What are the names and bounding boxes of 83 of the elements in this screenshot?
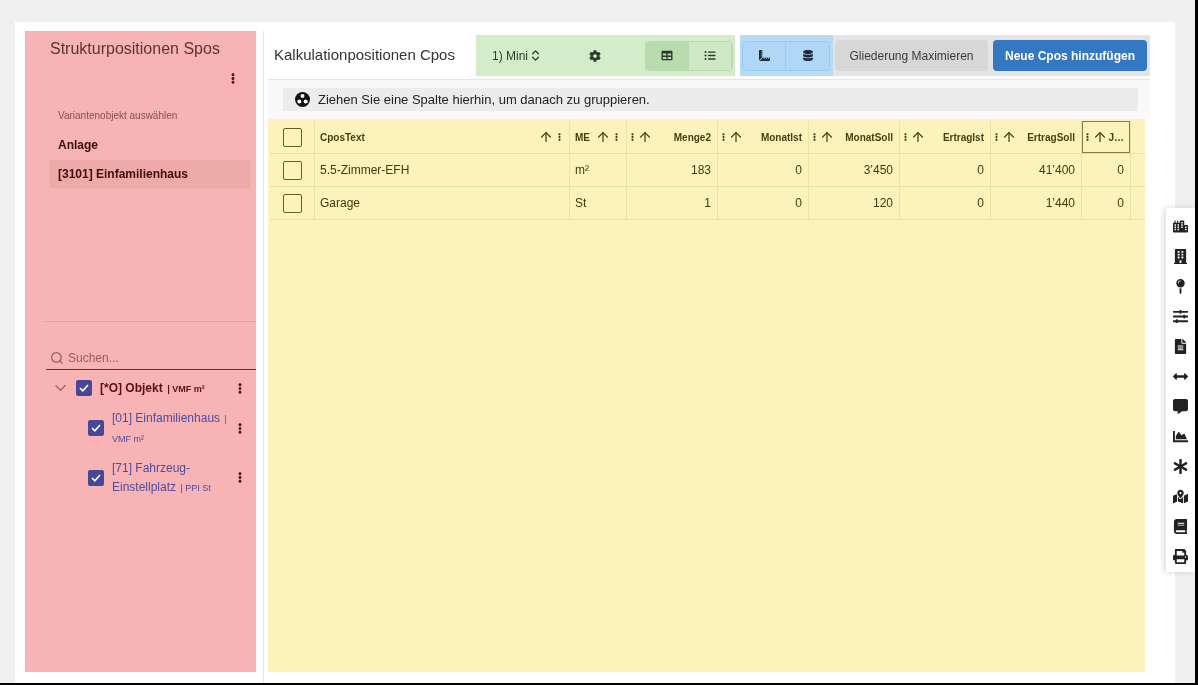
table-cell: 5.5-Zimmer-EFH xyxy=(315,154,570,186)
check-icon xyxy=(91,424,101,432)
table-cell: 41’400 xyxy=(991,154,1082,186)
column-header[interactable]: ErtragIst xyxy=(900,121,991,153)
field-label: Variantenobjekt auswählen xyxy=(58,109,178,123)
comment-icon[interactable] xyxy=(1173,399,1188,414)
more-icon[interactable] xyxy=(558,132,561,142)
more-icon[interactable] xyxy=(813,132,816,142)
checkbox[interactable] xyxy=(282,127,302,147)
search-icon xyxy=(51,352,63,364)
view-toggle-button[interactable] xyxy=(689,41,732,70)
table-cell: 1’440 xyxy=(991,187,1082,219)
preset-select[interactable]: 1) Mini xyxy=(492,46,554,65)
table-cell: 120 xyxy=(809,187,900,219)
asterisk-icon[interactable] xyxy=(1173,459,1188,474)
variant-option[interactable]: Anlage xyxy=(50,131,250,158)
group-hint: Ziehen Sie eine Spalte hierhin, um danach zu gruppieren. xyxy=(318,90,650,109)
sliders-icon[interactable] xyxy=(1173,309,1188,324)
table-cell: 0 xyxy=(1082,154,1131,186)
action-button[interactable]: Gliederung Maximieren xyxy=(835,40,988,71)
settings-icon[interactable] xyxy=(589,49,601,62)
more-icon[interactable] xyxy=(631,132,634,142)
pin-icon[interactable] xyxy=(1173,279,1188,294)
tree-item[interactable]: [*O] Objekt | VMF m² xyxy=(100,378,222,398)
checkbox[interactable] xyxy=(282,193,302,213)
table-cell: 0 xyxy=(718,187,809,219)
city-icon[interactable] xyxy=(1173,219,1188,234)
column-header[interactable]: Menge2 xyxy=(627,121,718,153)
more-icon[interactable] xyxy=(722,132,725,142)
checkbox[interactable] xyxy=(282,160,302,180)
column-header[interactable]: ME xyxy=(570,121,627,153)
reel-icon xyxy=(295,92,310,107)
book-icon[interactable] xyxy=(1173,519,1188,534)
ruler-button[interactable] xyxy=(743,41,786,70)
column-header[interactable]: CposText xyxy=(315,121,570,153)
more-icon[interactable] xyxy=(995,132,998,142)
tree-item[interactable]: [01] Einfamilienhaus | VMF m² xyxy=(112,408,234,448)
section-title: Kalkulationpositionen Cpos xyxy=(274,45,455,66)
tree-item[interactable]: [71] Fahrzeug-Einstellplatz | PPI St xyxy=(112,458,234,497)
variant-option[interactable]: [3101] Einfamilienhaus xyxy=(50,160,250,187)
table-cell: St xyxy=(570,187,627,219)
table-cell: 0 xyxy=(1082,187,1131,219)
chevron-down-icon[interactable] xyxy=(55,385,66,391)
checkbox[interactable] xyxy=(88,420,104,436)
database-icon xyxy=(802,50,813,61)
database-button[interactable] xyxy=(786,41,829,70)
table-icon xyxy=(661,50,673,61)
table-cell: 0 xyxy=(718,154,809,186)
group-drop-zone[interactable]: Ziehen Sie eine Spalte hierhin, um danach zu gruppieren. xyxy=(283,88,1138,111)
more-icon[interactable] xyxy=(1086,132,1089,142)
more-icon[interactable] xyxy=(238,422,242,434)
check-icon xyxy=(79,384,89,392)
column-header[interactable]: ErtragSoll xyxy=(991,121,1082,153)
table-cell: 183 xyxy=(627,154,718,186)
more-icon[interactable] xyxy=(904,132,907,142)
column-header[interactable]: J… xyxy=(1082,121,1131,153)
area-chart-icon[interactable] xyxy=(1173,429,1188,444)
more-icon[interactable] xyxy=(238,472,242,483)
table-cell: 0 xyxy=(900,154,991,186)
ruler-icon xyxy=(758,50,770,61)
column-header[interactable]: MonatSoll xyxy=(809,121,900,153)
more-icon[interactable] xyxy=(238,382,242,394)
table-cell: Garage xyxy=(315,187,570,219)
printer-icon[interactable] xyxy=(1173,549,1188,564)
view-toggle-button[interactable] xyxy=(646,41,689,70)
more-icon[interactable] xyxy=(615,132,618,142)
checkbox[interactable] xyxy=(76,380,92,396)
building-icon[interactable] xyxy=(1173,249,1188,264)
table-cell: m² xyxy=(570,154,627,186)
search-field[interactable]: Suchen... xyxy=(68,348,238,368)
table-cell: 1 xyxy=(627,187,718,219)
action-button[interactable]: Neue Cpos hinzufügen xyxy=(993,40,1147,71)
checkbox[interactable] xyxy=(88,469,104,486)
table-cell: 3’450 xyxy=(809,154,900,186)
up-down-icon xyxy=(532,50,539,61)
map-marker-icon[interactable] xyxy=(1173,489,1188,504)
table-cell: 0 xyxy=(900,187,991,219)
check-icon xyxy=(91,473,101,482)
column-header[interactable]: MonatIst xyxy=(718,121,809,153)
list-icon xyxy=(704,50,716,61)
document-icon[interactable] xyxy=(1173,339,1188,354)
panel-title: Strukturpositionen Spos xyxy=(50,39,220,59)
more-icon[interactable] xyxy=(231,73,235,84)
